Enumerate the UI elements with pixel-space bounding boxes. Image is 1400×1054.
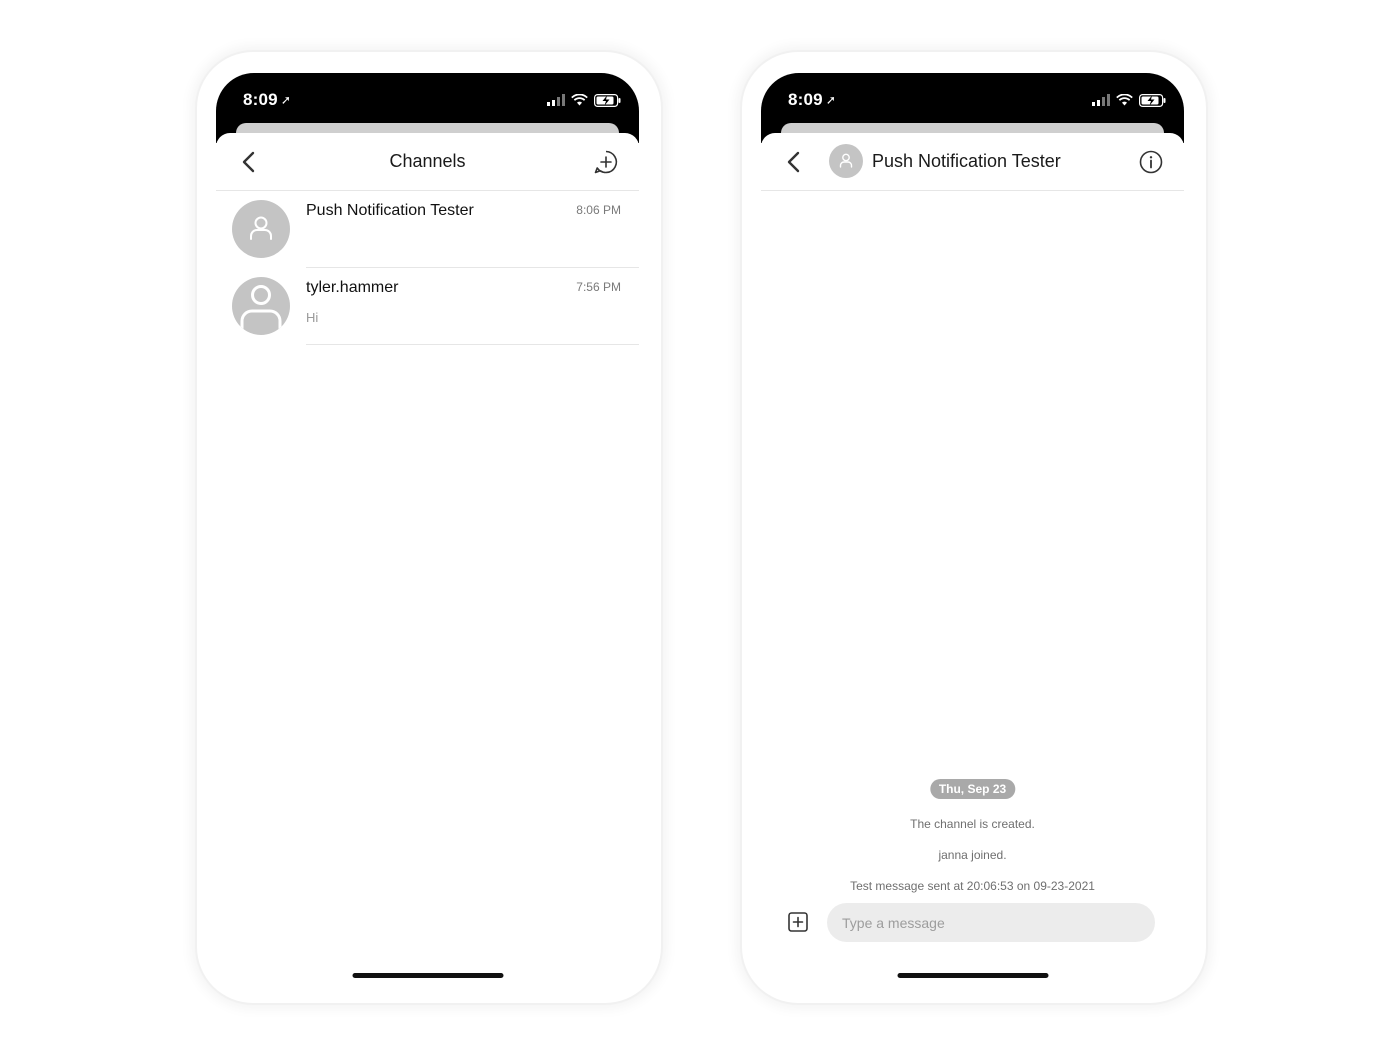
chat-header: Push Notification Tester — [761, 133, 1184, 191]
message-input[interactable] — [827, 903, 1155, 942]
info-icon[interactable] — [1138, 149, 1164, 175]
phone-frame-chat: 8:09 ➚ Push Notification Tester Thu, Sep… — [742, 52, 1206, 1003]
back-icon[interactable] — [783, 149, 805, 175]
new-channel-button[interactable] — [593, 149, 619, 175]
channel-time: 8:06 PM — [576, 203, 621, 217]
channel-preview: Hi — [306, 310, 319, 325]
status-time: 8:09 — [243, 90, 278, 109]
wifi-icon — [571, 94, 588, 106]
battery-charging-icon — [594, 93, 621, 107]
date-separator: Thu, Sep 23 — [929, 779, 1016, 799]
system-message: Test message sent at 20:06:53 on 09-23-2… — [850, 879, 1095, 893]
channel-list-item[interactable]: Push Notification Tester 8:06 PM — [216, 191, 639, 268]
home-indicator — [897, 973, 1048, 978]
channels-header: Channels — [216, 133, 639, 191]
row-divider — [306, 344, 639, 345]
status-time: 8:09 — [788, 90, 823, 109]
channel-name: tyler.hammer — [306, 279, 399, 296]
signal-icon — [1092, 94, 1110, 106]
attach-button[interactable] — [788, 912, 808, 932]
home-indicator — [352, 973, 503, 978]
channels-screen: 8:09 ➚ Channels Push Notification Tester… — [216, 73, 639, 983]
channel-time: 7:56 PM — [576, 280, 621, 294]
chat-screen: 8:09 ➚ Push Notification Tester Thu, Sep… — [761, 73, 1184, 983]
user-avatar-icon[interactable] — [829, 144, 863, 178]
user-avatar-icon — [232, 200, 290, 258]
page-title: Channels — [389, 151, 466, 171]
channel-name: Push Notification Tester — [306, 202, 474, 219]
chat-title: Push Notification Tester — [872, 151, 1061, 171]
signal-icon — [547, 94, 565, 106]
battery-charging-icon — [1139, 93, 1166, 107]
channel-list-item[interactable]: tyler.hammer 7:56 PM Hi — [216, 268, 639, 345]
location-arrow-icon: ➚ — [825, 93, 837, 107]
wifi-icon — [1116, 94, 1133, 106]
phone-frame-channels: 8:09 ➚ Channels Push Notification Tester… — [197, 52, 661, 1003]
user-avatar-icon — [232, 277, 290, 335]
system-message: janna joined. — [938, 848, 1007, 862]
location-arrow-icon: ➚ — [280, 93, 292, 107]
system-message: The channel is created. — [910, 817, 1035, 831]
